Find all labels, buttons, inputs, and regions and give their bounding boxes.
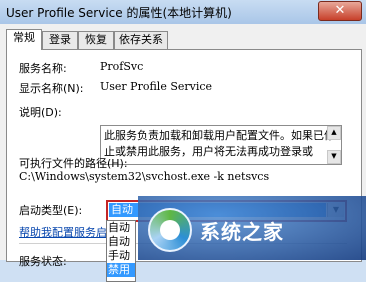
startup-option[interactable]: 自动 xyxy=(107,221,135,235)
startup-option[interactable]: 禁用 xyxy=(107,263,135,277)
watermark: 系统之家 xyxy=(138,196,366,260)
scroll-down-icon[interactable]: ▼ xyxy=(327,150,341,164)
startup-option[interactable]: 手动 xyxy=(107,249,135,263)
description-box[interactable]: 此服务负责加载和卸载用户配置文件。如果已停止或禁用此服务，用户将无法再成功登录或… xyxy=(100,125,342,165)
tab-logon[interactable]: 登录 xyxy=(42,31,78,49)
description-text: 此服务负责加载和卸载用户配置文件。如果已停止或禁用此服务，用户将无法再成功登录或 xyxy=(104,129,335,158)
logo-icon xyxy=(148,208,192,252)
service-name-label: 服务名称: xyxy=(19,62,67,75)
service-name-value: ProfSvc xyxy=(100,60,144,73)
startup-type-dropdown: 自动 自动 手动 禁用 xyxy=(106,220,136,282)
title-bar: User Profile Service 的属性(本地计算机) ✕ xyxy=(0,0,366,24)
startup-type-label: 启动类型(E): xyxy=(19,204,83,217)
tab-recovery[interactable]: 恢复 xyxy=(78,31,114,49)
startup-option[interactable]: 自动 xyxy=(107,235,135,249)
display-name-label: 显示名称(N): xyxy=(19,82,84,95)
close-button[interactable]: ✕ xyxy=(318,1,362,21)
exe-path-value: C:\Windows\system32\svchost.exe -k netsv… xyxy=(19,170,270,183)
tab-dependencies[interactable]: 依存关系 xyxy=(114,31,168,49)
exe-path-label: 可执行文件的路径(H): xyxy=(19,157,128,170)
description-label: 说明(D): xyxy=(19,106,62,119)
display-name-value: User Profile Service xyxy=(100,80,213,93)
help-configure-link[interactable]: 帮助我配置服务启 xyxy=(19,224,107,240)
watermark-text: 系统之家 xyxy=(200,220,284,244)
service-status-label: 服务状态: xyxy=(19,255,67,268)
window-title: User Profile Service 的属性(本地计算机) xyxy=(6,6,232,20)
tab-general[interactable]: 常规 xyxy=(6,29,42,50)
scroll-up-icon[interactable]: ▲ xyxy=(327,126,341,140)
